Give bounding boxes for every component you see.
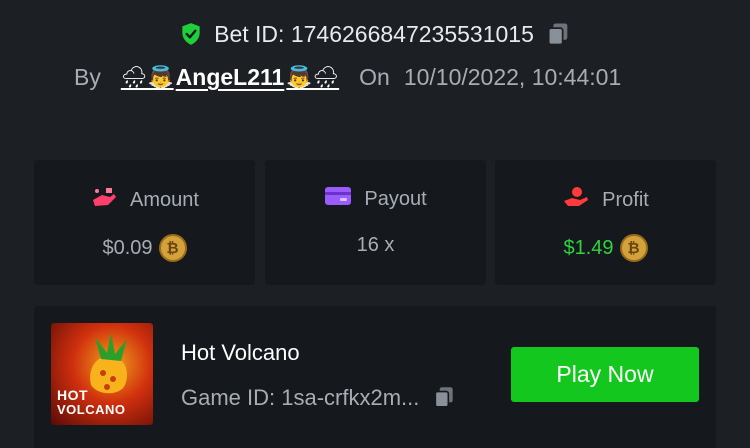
coin-icon: ₿ <box>158 234 187 262</box>
username: AngeL211 <box>175 64 285 90</box>
verified-shield-icon <box>178 21 204 47</box>
game-panel: HOT VOLCANO Hot Volcano Game ID: 1sa-crf… <box>34 306 716 448</box>
bet-id-row: Bet ID: 1746266847235531015 <box>0 20 750 48</box>
payout-label: Payout <box>364 187 427 210</box>
bet-id-text: Bet ID: 1746266847235531015 <box>214 20 534 47</box>
username-link[interactable]: 🌧👼 AngeL211 👼🌧 <box>121 64 339 91</box>
profit-value-row: $1.49 ₿ <box>495 234 716 262</box>
amount-value-row: $0.09 ₿ <box>34 234 255 262</box>
bet-author-row: By 🌧👼 AngeL211 👼🌧 On 10/10/2022, 10:44:0… <box>74 64 621 91</box>
profit-value: $1.49 <box>563 236 614 259</box>
amount-card-header: Amount <box>34 185 255 215</box>
money-hand-icon <box>90 185 118 215</box>
amount-label: Amount <box>130 188 199 211</box>
amount-card: Amount $0.09 ₿ <box>34 160 255 285</box>
profit-hand-icon <box>562 185 590 215</box>
game-name: Hot Volcano <box>181 340 300 365</box>
amount-value: $0.09 <box>102 236 153 259</box>
coin-icon: ₿ <box>619 234 648 262</box>
profit-card-header: Profit <box>495 185 716 215</box>
thumb-title-line2: VOLCANO <box>57 402 126 417</box>
on-label: On <box>359 64 390 90</box>
copy-bet-id-icon[interactable] <box>544 20 572 48</box>
payout-value: 16 x <box>356 234 395 256</box>
bet-details-page: Bet ID: 1746266847235531015 By 🌧👼 AngeL2… <box>0 0 750 448</box>
bet-datetime: 10/10/2022, 10:44:01 <box>403 64 622 90</box>
by-label: By <box>74 64 101 90</box>
profit-label: Profit <box>602 188 649 211</box>
game-id: Game ID: 1sa-crfkx2m... <box>181 385 420 410</box>
payout-card-header: Payout <box>265 185 486 213</box>
game-id-row: Game ID: 1sa-crfkx2m... <box>181 384 459 412</box>
payout-card: Payout 16 x <box>265 160 486 285</box>
profit-card: Profit $1.49 ₿ <box>495 160 716 285</box>
card-icon <box>324 185 352 213</box>
user-emoji-suffix: 👼🌧 <box>286 65 340 89</box>
user-emoji-prefix: 🌧👼 <box>120 65 174 89</box>
copy-game-id-icon[interactable] <box>431 384 459 412</box>
play-now-button[interactable]: Play Now <box>511 347 699 402</box>
payout-value-row: 16 x <box>265 234 486 257</box>
game-thumbnail[interactable]: HOT VOLCANO <box>51 323 153 425</box>
thumb-title-line1: HOT <box>57 387 89 403</box>
